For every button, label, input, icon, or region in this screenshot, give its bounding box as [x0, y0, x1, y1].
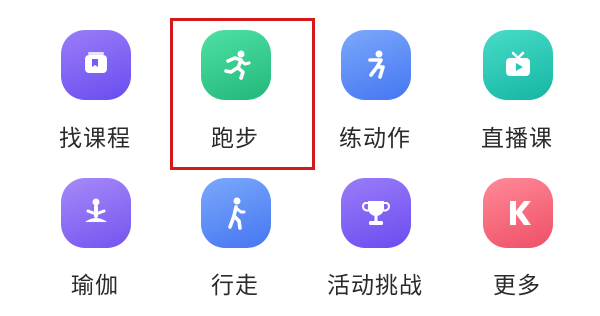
- k-logo-icon: [483, 178, 553, 248]
- tile-label: 更多: [493, 273, 541, 299]
- tile-label: 瑜伽: [71, 273, 119, 299]
- tv-play-icon: [483, 30, 553, 100]
- trophy-icon: [341, 178, 411, 248]
- tile-practice-moves[interactable]: 练动作: [305, 0, 445, 152]
- course-book-icon: [61, 30, 131, 100]
- tile-label: 行走: [211, 273, 259, 299]
- stretch-pose-icon: [341, 30, 411, 100]
- tile-label: 练动作: [339, 126, 411, 152]
- tile-label: 活动挑战: [327, 273, 423, 299]
- selection-highlight: [170, 18, 315, 170]
- meditation-person-icon: [61, 178, 131, 248]
- tile-label: 直播课: [481, 126, 553, 152]
- tile-challenge[interactable]: 活动挑战: [305, 150, 445, 300]
- tile-live-class[interactable]: 直播课: [447, 0, 587, 152]
- tile-yoga[interactable]: 瑜伽: [25, 150, 165, 300]
- tile-more[interactable]: 更多: [447, 150, 587, 300]
- tile-walking[interactable]: 行走: [165, 150, 305, 300]
- walking-person-icon: [201, 178, 271, 248]
- tile-label: 找课程: [59, 126, 131, 152]
- feature-grid: 找课程 跑步 练动作 直播课 瑜伽 行走 活动挑战 更多: [0, 0, 600, 316]
- tile-find-course[interactable]: 找课程: [25, 0, 165, 152]
